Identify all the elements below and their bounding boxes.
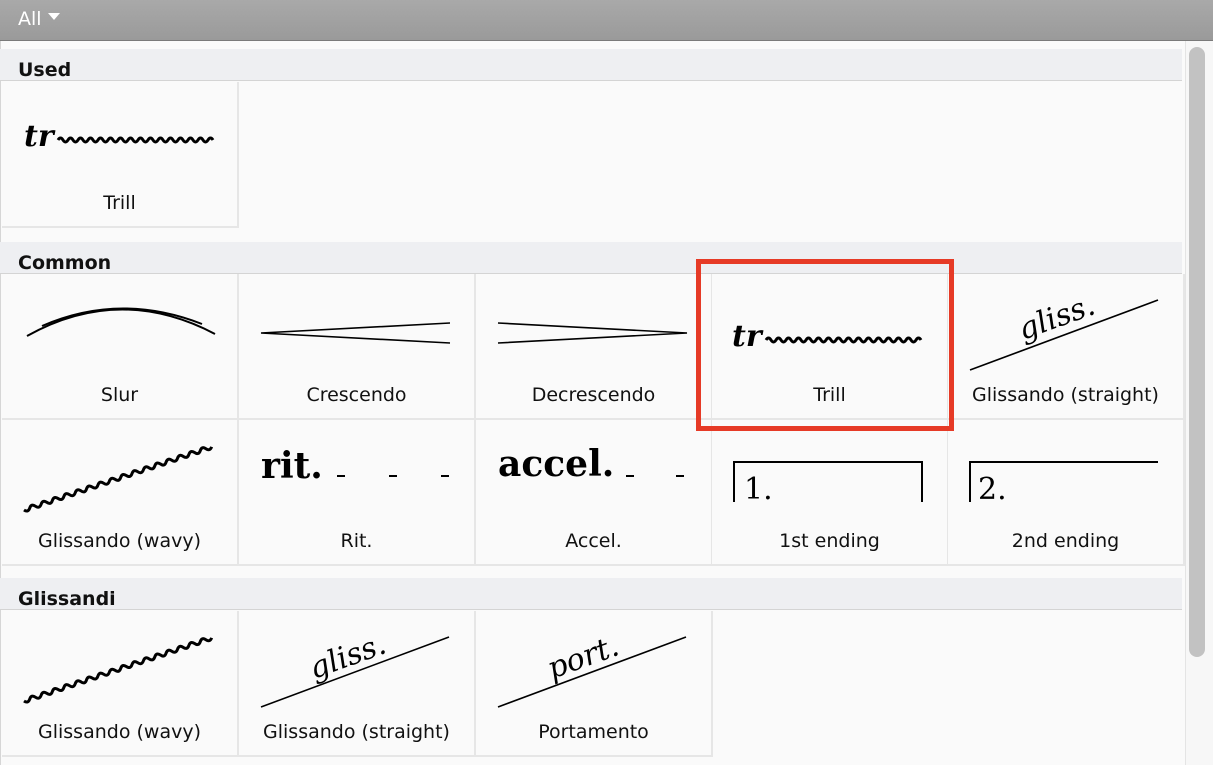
palette-item-glissando-straight-2[interactable]: gliss. Glissando (straight) — [239, 611, 476, 757]
palette-item-2nd-ending[interactable]: 2. 2nd ending — [948, 420, 1185, 566]
top-bar: All — [0, 0, 1213, 41]
palette-item-1st-ending[interactable]: 1. 1st ending — [712, 420, 949, 566]
section-title: Glissandi — [18, 588, 116, 610]
filter-dropdown[interactable]: All — [18, 8, 60, 30]
item-label: 1st ending — [779, 530, 880, 552]
section-title: Common — [18, 252, 112, 274]
item-label: Rit. — [340, 530, 373, 552]
item-label: Glissando (wavy) — [38, 530, 201, 552]
palette-item-accel[interactable]: accel. Accel. — [476, 420, 713, 566]
svg-text:tr: tr — [24, 119, 56, 154]
svg-text:accel.: accel. — [498, 443, 614, 485]
scrollbar-thumb[interactable] — [1189, 47, 1205, 657]
item-label: Crescendo — [306, 384, 407, 406]
svg-text:2.: 2. — [978, 472, 1007, 507]
palette-item-crescendo[interactable]: Crescendo — [239, 274, 476, 420]
section-title: Used — [18, 59, 72, 81]
section-header-used: Used — [0, 49, 1182, 81]
section-header-glissandi: Glissandi — [0, 578, 1182, 610]
svg-text:gliss.: gliss. — [305, 627, 391, 687]
svg-text:port.: port. — [543, 629, 624, 687]
palette-item-slur[interactable]: Slur — [2, 274, 239, 420]
item-label: Glissando (straight) — [263, 721, 450, 743]
svg-text:1.: 1. — [744, 472, 773, 507]
palette-item-glissando-wavy-2[interactable]: Glissando (wavy) — [2, 611, 239, 757]
item-label: Glissando (wavy) — [38, 721, 201, 743]
item-label: 2nd ending — [1011, 530, 1120, 552]
item-label: Glissando (straight) — [972, 384, 1159, 406]
palette-item-rit[interactable]: rit. Rit. — [239, 420, 476, 566]
svg-text:rit.: rit. — [261, 445, 323, 487]
item-label: Slur — [100, 384, 139, 406]
item-label: Portamento — [538, 721, 649, 743]
item-label: Trill — [103, 192, 136, 214]
palette-item-glissando-wavy[interactable]: Glissando (wavy) — [2, 420, 239, 566]
svg-text:tr: tr — [732, 319, 764, 354]
item-label: Trill — [813, 384, 846, 406]
palette-item-trill-used[interactable]: tr Trill — [2, 82, 239, 228]
chevron-down-icon — [47, 13, 60, 20]
palette-item-trill-common[interactable]: tr Trill — [712, 274, 949, 420]
item-label: Decrescendo — [531, 384, 656, 406]
palette-item-decrescendo[interactable]: Decrescendo — [476, 274, 713, 420]
section-header-common: Common — [0, 242, 1182, 274]
item-label: Accel. — [565, 530, 622, 552]
palette-item-portamento[interactable]: port. Portamento — [476, 611, 713, 757]
filter-label: All — [18, 8, 42, 30]
palette-item-glissando-straight[interactable]: gliss. Glissando (straight) — [948, 274, 1185, 420]
